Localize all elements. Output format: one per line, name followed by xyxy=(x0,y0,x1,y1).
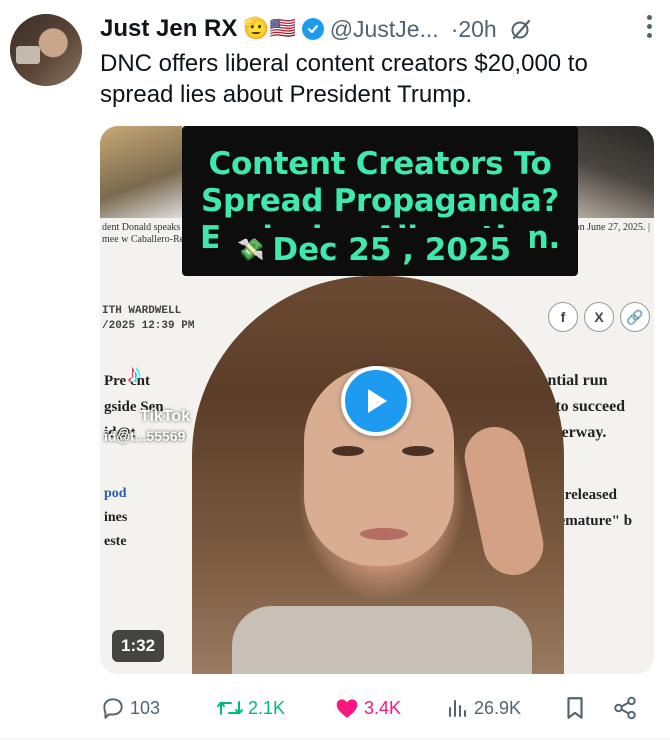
verified-badge-icon xyxy=(301,18,324,40)
overlay-date-text: Dec 25 , 2025 xyxy=(272,232,512,268)
heart-icon xyxy=(336,699,358,718)
tiktok-user-id: id@t...55569 xyxy=(104,428,186,444)
x-logo-icon: X xyxy=(584,302,614,332)
bookmark-icon xyxy=(567,697,583,719)
author-avatar[interactable] xyxy=(10,14,82,86)
speaker-lips xyxy=(360,528,408,540)
speaker-shirt xyxy=(232,606,532,674)
grok-icon[interactable] xyxy=(509,17,533,41)
view-count: 26.9K xyxy=(474,697,522,718)
overlay-line: Content Creators To xyxy=(208,145,552,182)
article-byline-date: /2025 12:39 PM xyxy=(102,320,195,332)
tweet-text: DNC offers liberal content creators $20,… xyxy=(100,50,588,108)
article-photo-left xyxy=(100,126,182,218)
facebook-icon: f xyxy=(548,302,578,332)
reply-button[interactable]: 103 xyxy=(100,692,160,724)
tiktok-logo-icon: ♪ xyxy=(128,358,141,388)
speaker-person-image xyxy=(192,276,564,674)
overlay-line: Spread Propaganda? xyxy=(200,182,560,219)
article-share-icons: f X 🔗 xyxy=(548,302,650,332)
article-line: ines xyxy=(104,510,128,525)
article-text-left-lower: pod ines este xyxy=(104,482,174,554)
tiktok-watermark: TikTok xyxy=(140,408,191,425)
video-duration-badge: 1:32 xyxy=(112,630,165,662)
repost-button[interactable]: 2.1K xyxy=(216,692,285,724)
article-line: pod xyxy=(104,486,127,501)
video-overlay-date: 💸 Dec 25 , 2025 xyxy=(218,228,530,272)
article-byline: ITH WARDWELL /2025 12:39 PM xyxy=(102,304,194,334)
share-icon xyxy=(614,696,636,720)
speaker-hand xyxy=(459,421,549,581)
analytics-icon xyxy=(449,700,466,717)
video-media[interactable]: dent Donald speaks during a mee w Caball… xyxy=(100,126,654,674)
article-byline-author: ITH WARDWELL xyxy=(102,305,182,317)
bookmark-button[interactable] xyxy=(564,692,586,724)
reply-icon xyxy=(103,698,123,719)
avatar-sign xyxy=(16,46,40,64)
play-button[interactable] xyxy=(341,366,411,436)
reply-count: 103 xyxy=(130,697,161,718)
tweet-divider xyxy=(0,738,670,739)
more-options-icon[interactable] xyxy=(646,15,652,41)
tweet-header: Just Jen RX 🫡🇺🇸 @JustJe... ·20h xyxy=(100,12,658,46)
repost-count: 2.1K xyxy=(248,697,286,718)
repost-icon xyxy=(217,701,243,715)
like-count: 3.4K xyxy=(364,697,402,718)
tweet-action-bar: 103 2.1K 3.4K 26.9K xyxy=(100,692,660,724)
speaker-eye-right xyxy=(402,446,434,456)
speaker-eye-left xyxy=(332,446,364,456)
author-name-emojis: 🫡🇺🇸 xyxy=(243,17,296,40)
views-button[interactable]: 26.9K xyxy=(446,692,521,724)
author-display-name[interactable]: Just Jen RX xyxy=(100,15,237,43)
link-icon: 🔗 xyxy=(620,302,650,332)
share-button[interactable] xyxy=(612,692,638,724)
tweet-timestamp[interactable]: ·20h xyxy=(451,16,497,43)
play-icon xyxy=(368,389,387,413)
author-handle[interactable]: @JustJe... xyxy=(330,16,439,43)
money-with-wings-icon: 💸 xyxy=(236,237,265,262)
article-line: este xyxy=(104,534,127,549)
like-button[interactable]: 3.4K xyxy=(334,692,401,724)
